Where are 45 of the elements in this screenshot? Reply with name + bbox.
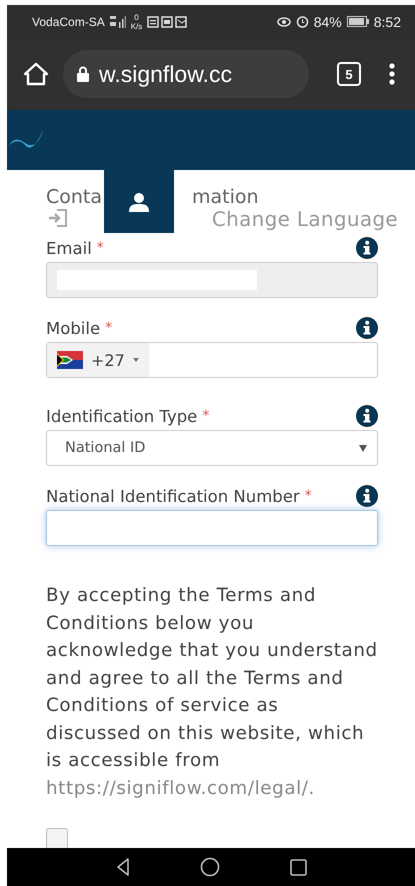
carrier-name: VodaCom-SA xyxy=(32,14,105,28)
phone-input-field[interactable]: +27 xyxy=(46,342,378,378)
flag-icon xyxy=(57,351,83,369)
battery-percent: 84% xyxy=(314,14,342,30)
required-asterisk: * xyxy=(304,488,312,504)
dial-code: +27 xyxy=(91,350,125,370)
clock-time: 8:52 xyxy=(374,14,401,30)
terms-paragraph: By accepting the Terms and Conditions below you acknowledge that you understand and agree to all the Terms and Conditions of service as discussed on this website, which is accessible from https://signiflow.com/legal/. xyxy=(46,584,378,800)
field-label: National Identification Number xyxy=(46,486,300,506)
legal-link[interactable]: https://signiflow.com/legal/. xyxy=(46,778,315,798)
tab-count-button[interactable]: 5 xyxy=(337,62,361,86)
url-text: w.signflow.cc xyxy=(99,60,232,88)
field-label: Identification Type xyxy=(46,406,198,426)
notification-icons xyxy=(147,16,188,28)
user-icon xyxy=(129,192,149,212)
network-speed: 0 K/s xyxy=(130,12,142,30)
lock-icon xyxy=(77,66,89,82)
recent-apps-icon[interactable] xyxy=(290,858,306,876)
info-icon[interactable] xyxy=(356,405,378,427)
section-heading: Conta xyxy=(46,188,102,207)
eye-icon xyxy=(276,16,291,28)
field-label: Mobile xyxy=(46,318,100,338)
profile-tab[interactable] xyxy=(104,170,174,233)
battery-icon xyxy=(346,16,369,27)
info-icon[interactable] xyxy=(356,317,378,339)
info-icon[interactable] xyxy=(356,237,378,259)
back-icon[interactable] xyxy=(116,858,130,876)
section-heading: mation xyxy=(192,188,259,207)
input-field[interactable] xyxy=(46,510,378,546)
signal-icon xyxy=(110,16,126,28)
caret-icon xyxy=(132,358,139,362)
info-icon[interactable] xyxy=(356,485,378,507)
home-icon[interactable] xyxy=(200,857,220,877)
select-field[interactable]: National ID xyxy=(46,430,378,466)
country-code-picker[interactable]: +27 xyxy=(47,343,149,377)
sign-in-icon xyxy=(48,209,68,227)
accept-checkbox[interactable] xyxy=(46,828,68,848)
required-asterisk: * xyxy=(202,408,210,424)
required-asterisk: * xyxy=(105,320,112,336)
alarm-icon xyxy=(296,15,309,28)
field-label: Email xyxy=(46,238,92,258)
menu-icon[interactable] xyxy=(389,63,395,85)
required-asterisk: * xyxy=(96,240,104,256)
address-bar[interactable]: w.signflow.cc xyxy=(63,50,309,98)
caret-icon xyxy=(359,444,367,452)
